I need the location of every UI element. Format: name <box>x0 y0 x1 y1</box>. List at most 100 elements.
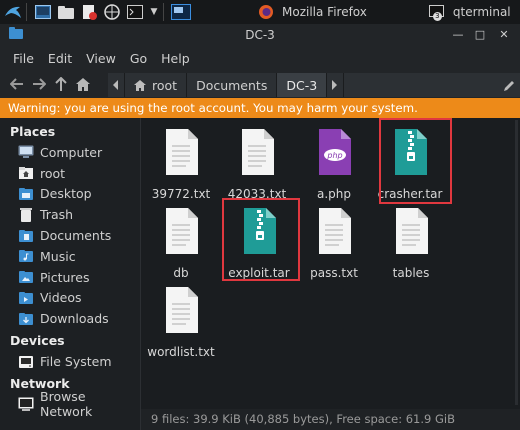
breadcrumb-root-label: root <box>152 77 178 93</box>
sidebar-item-downloads[interactable]: Downloads <box>0 308 140 329</box>
music-folder-icon <box>19 250 33 263</box>
text-file-icon <box>166 287 198 333</box>
breadcrumb-empty-area[interactable] <box>344 73 498 97</box>
sidebar-item-file-system[interactable]: File System <box>0 351 140 372</box>
menu-file[interactable]: File <box>6 51 41 66</box>
text-file-icon <box>166 129 198 175</box>
workspace-1-icon[interactable] <box>170 2 192 22</box>
taskbar-firefox-label: Mozilla Firefox <box>282 5 367 19</box>
sidebar-item-label: Trash <box>40 207 74 223</box>
devices-heading: Devices <box>10 333 65 349</box>
window-titlebar[interactable]: DC-3 — □ ✕ <box>0 24 520 46</box>
sidebar-item-root[interactable]: root <box>0 163 140 184</box>
sidebar-item-label: Videos <box>40 290 82 306</box>
file-name: wordlist.txt <box>147 345 215 359</box>
breadcrumb-documents-label: Documents <box>196 77 268 93</box>
vertical-scrollbar[interactable] <box>515 120 518 405</box>
sidebar-item-videos[interactable]: Videos <box>0 288 140 309</box>
home-button[interactable] <box>72 73 94 95</box>
menu-help[interactable]: Help <box>154 51 197 66</box>
breadcrumb-scroll-left[interactable] <box>108 73 125 97</box>
close-button[interactable]: ✕ <box>496 27 512 43</box>
text-editor-launcher-icon[interactable] <box>79 2 99 22</box>
panel-separator <box>26 3 27 21</box>
chevron-left-icon <box>113 80 118 90</box>
navigation-toolbar: root Documents DC-3 <box>0 70 520 98</box>
documents-folder-icon <box>19 229 33 242</box>
sidebar-item-music[interactable]: Music <box>0 246 140 267</box>
panel-separator <box>163 3 164 21</box>
text-file-icon <box>396 208 428 254</box>
sidebar-item-label: Pictures <box>40 269 90 285</box>
sidebar-item-label: root <box>40 165 66 181</box>
launcher-dropdown-icon[interactable]: ▼ <box>148 2 160 22</box>
forward-button[interactable] <box>28 73 50 95</box>
file-name: 39772.txt <box>151 187 211 201</box>
taskbar-qterminal-label: qterminal <box>452 5 511 19</box>
home-icon <box>76 77 90 91</box>
sidebar-item-browse-network[interactable]: Browse Network <box>0 389 140 419</box>
sidebar-item-label: Computer <box>40 144 103 160</box>
sidebar-item-label: Documents <box>40 228 112 244</box>
sidebar-item-computer[interactable]: Computer <box>0 142 140 163</box>
up-button[interactable] <box>50 73 72 95</box>
sidebar-item-desktop[interactable]: Desktop <box>0 184 140 205</box>
maximize-button[interactable]: □ <box>472 27 488 43</box>
up-arrow-icon <box>55 77 67 91</box>
file-name: tables <box>392 266 430 280</box>
file-item-a-php[interactable]: php a.php <box>294 128 374 201</box>
desktop-icon <box>19 187 33 200</box>
taskbar-firefox[interactable]: Mozilla Firefox <box>252 0 373 24</box>
sidebar-item-pictures[interactable]: Pictures <box>0 267 140 288</box>
menu-edit[interactable]: Edit <box>41 51 79 66</box>
breadcrumb-scroll-right[interactable] <box>327 73 345 97</box>
breadcrumb-documents[interactable]: Documents <box>187 73 278 97</box>
places-heading: Places <box>10 124 56 139</box>
show-desktop-icon[interactable] <box>33 2 53 22</box>
qterminal-window-count-badge: 3 <box>432 12 442 21</box>
taskbar-qterminal[interactable]: 3 qterminal <box>423 0 517 24</box>
home-icon <box>134 79 146 91</box>
file-item-tables[interactable]: tables <box>371 207 451 280</box>
php-file-icon: php <box>319 129 351 175</box>
sidebar-item-label: Desktop <box>40 186 92 202</box>
chevron-right-icon <box>332 80 338 90</box>
drive-icon <box>19 355 33 368</box>
file-item-42033-txt[interactable]: 42033.txt <box>217 128 297 201</box>
root-warning-banner: Warning: you are using the root account.… <box>0 98 520 118</box>
file-item-pass-txt[interactable]: pass.txt <box>294 207 374 280</box>
file-name: pass.txt <box>310 266 358 280</box>
terminal-launcher-icon[interactable] <box>125 2 145 22</box>
edit-path-button[interactable] <box>498 73 520 97</box>
sidebar-item-label: Music <box>40 248 76 264</box>
firefox-icon <box>259 5 273 19</box>
sidebar-item-label: File System <box>40 354 112 370</box>
breadcrumb-root[interactable]: root <box>125 73 188 97</box>
window-title: DC-3 <box>245 28 275 42</box>
menu-go[interactable]: Go <box>123 51 154 66</box>
file-item-wordlist-txt[interactable]: wordlist.txt <box>141 286 221 359</box>
file-manager-launcher-icon[interactable] <box>56 2 76 22</box>
file-item-39772-txt[interactable]: 39772.txt <box>141 128 221 201</box>
minimize-button[interactable]: — <box>450 27 466 43</box>
menu-bar: File Edit View Go Help <box>0 46 520 70</box>
file-name: a.php <box>316 187 351 201</box>
kali-menu-icon[interactable] <box>3 2 23 22</box>
menu-view[interactable]: View <box>79 51 123 66</box>
breadcrumb-current[interactable]: DC-3 <box>277 73 328 97</box>
file-item-db[interactable]: db <box>141 207 221 280</box>
qterminal-icon: 3 <box>428 4 445 21</box>
home-folder-icon <box>19 167 33 180</box>
top-panel: ▼ Mozilla Firefox 3 qterminal <box>0 0 520 24</box>
svg-text:php: php <box>326 151 342 160</box>
sidebar-item-trash[interactable]: Trash <box>0 204 140 225</box>
back-button[interactable] <box>6 73 28 95</box>
sidebar-item-label: Browse Network <box>40 389 93 420</box>
videos-folder-icon <box>19 291 33 304</box>
downloads-folder-icon <box>19 312 33 325</box>
browser-launcher-icon[interactable] <box>102 2 122 22</box>
sidebar-item-documents[interactable]: Documents <box>0 225 140 246</box>
status-bar: 9 files: 39.9 KiB (40,885 bytes), Free s… <box>141 409 520 430</box>
file-view[interactable]: 39772.txt 42033.txt php a.php crasher.ta… <box>141 118 520 409</box>
text-file-icon <box>242 129 274 175</box>
